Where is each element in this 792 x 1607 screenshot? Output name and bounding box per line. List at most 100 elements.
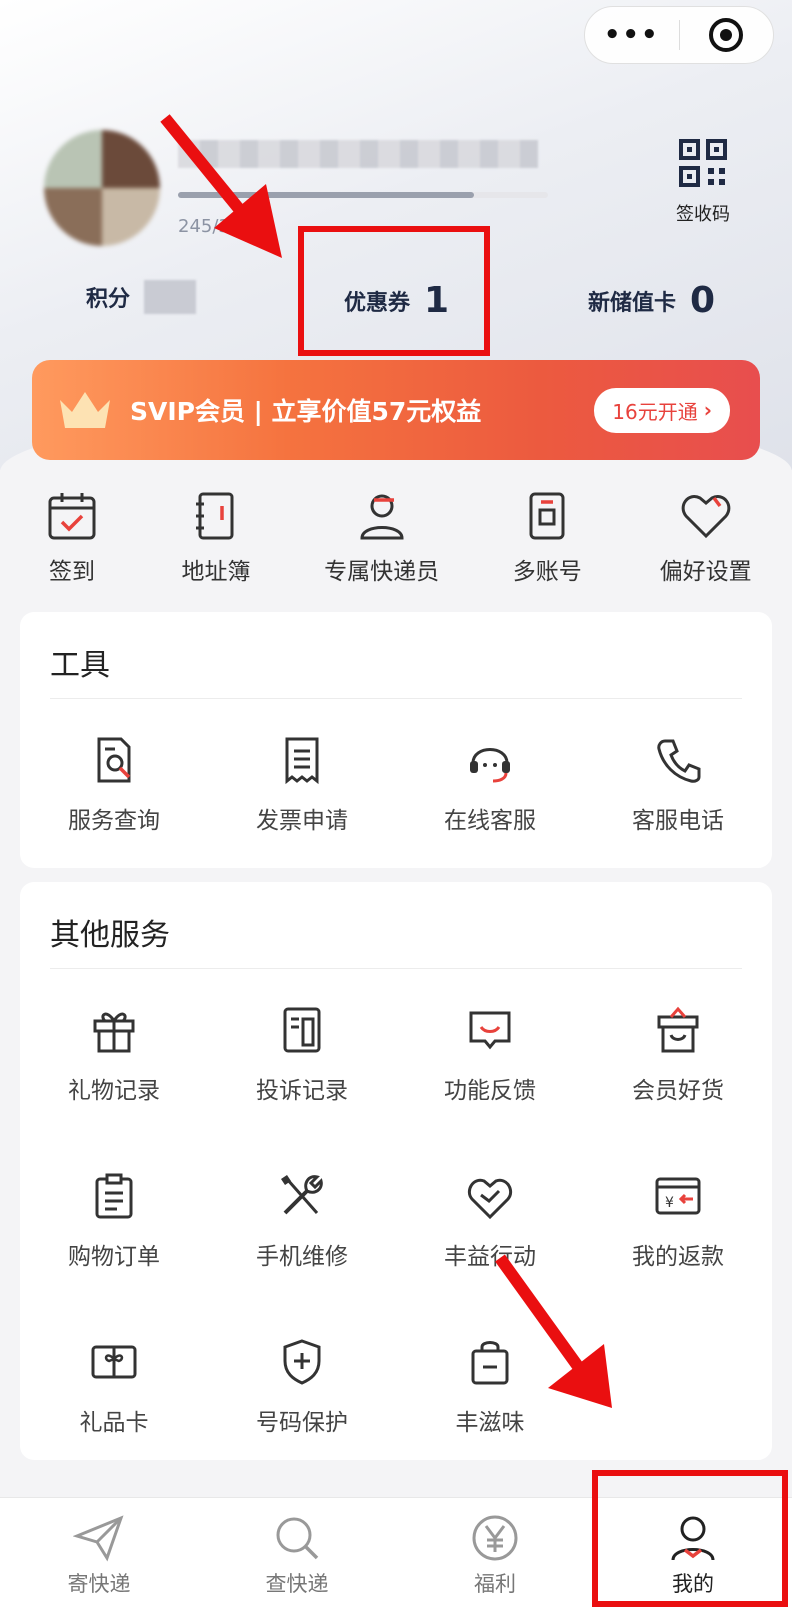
svip-activate-button[interactable]: 16元开通 ›	[594, 387, 730, 433]
calendar-check-icon	[48, 493, 96, 540]
service-shopping-orders[interactable]: 购物订单	[20, 1135, 208, 1301]
svip-text: SVIP会员 | 立享价值57元权益	[130, 397, 482, 426]
service-label: 投诉记录	[256, 1078, 348, 1104]
tab-label: 寄快递	[67, 1572, 131, 1596]
level-progress-fill	[178, 192, 474, 198]
user-name-blurred	[178, 140, 538, 168]
charity-heart-icon	[467, 1178, 513, 1220]
service-phone-repair[interactable]: 手机维修	[208, 1135, 396, 1301]
tool-label: 服务查询	[68, 808, 160, 834]
qr-code-icon	[679, 139, 727, 187]
service-label: 丰益行动	[444, 1244, 536, 1270]
other-services-card: 其他服务 礼物记录 投诉记录 功能反馈 会员好货 购物订单 手机维修 丰益行动 …	[20, 882, 772, 1460]
complaint-record-icon	[283, 1007, 321, 1053]
service-search-icon	[97, 737, 131, 783]
phone-icon	[657, 739, 701, 783]
member-goods-icon	[657, 1006, 699, 1053]
qr-code-button[interactable]: 签收码	[668, 138, 738, 226]
service-label: 手机维修	[256, 1244, 348, 1270]
quick-action-label: 签到	[49, 559, 95, 585]
more-dots-icon[interactable]: •••	[585, 20, 679, 50]
points-value-blurred	[144, 280, 197, 314]
chevron-right-icon: ›	[703, 398, 712, 422]
service-my-refund[interactable]: ¥ 我的返款	[584, 1135, 772, 1301]
tool-label: 客服电话	[632, 808, 724, 834]
tool-service-query[interactable]: 服务查询	[20, 699, 208, 835]
quick-action-label: 偏好设置	[659, 559, 752, 585]
refund-icon: ¥	[655, 1177, 701, 1215]
feedback-icon	[469, 1011, 511, 1050]
address-book-icon	[196, 492, 234, 540]
tools-icon	[281, 1175, 323, 1215]
search-icon	[276, 1517, 319, 1560]
tool-online-service[interactable]: 在线客服	[396, 699, 584, 835]
annotation-box-coupon	[298, 226, 490, 356]
tools-title: 工具	[50, 648, 110, 683]
stored-value-card-value: 0	[690, 280, 716, 321]
service-gift-record[interactable]: 礼物记录	[20, 969, 208, 1135]
quick-action-checkin[interactable]: 签到	[0, 488, 144, 598]
tool-label: 在线客服	[444, 808, 536, 834]
svip-button-label: 16元开通	[612, 399, 698, 424]
service-gift-card[interactable]: 礼品卡	[20, 1301, 208, 1467]
yuan-icon	[472, 1515, 518, 1561]
level-progress-text: 245/30	[178, 216, 242, 237]
crown-icon	[60, 392, 110, 428]
tool-invoice[interactable]: 发票申请	[208, 699, 396, 835]
tool-label: 发票申请	[256, 808, 348, 834]
tab-track-express[interactable]: 查快递	[198, 1498, 396, 1607]
service-label: 会员好货	[632, 1078, 724, 1104]
tab-label: 查快递	[265, 1572, 329, 1596]
mini-program-capsule[interactable]: •••	[584, 6, 774, 64]
quick-action-label: 专属快递员	[324, 559, 440, 585]
service-label: 购物订单	[68, 1244, 160, 1270]
headset-icon	[470, 748, 510, 783]
quick-actions: 签到 地址簿 专属快递员 多账号 偏好设置	[0, 488, 792, 598]
multi-account-icon	[529, 492, 565, 540]
gift-card-icon	[91, 1345, 137, 1379]
service-complaint-record[interactable]: 投诉记录	[208, 969, 396, 1135]
tab-welfare[interactable]: 福利	[396, 1498, 594, 1607]
svg-text:¥: ¥	[665, 1195, 674, 1211]
tab-label: 福利	[474, 1572, 516, 1596]
tools-card: 工具 服务查询 发票申请 在线客服 客服电话	[20, 612, 772, 868]
service-label: 功能反馈	[444, 1078, 536, 1104]
clipboard-icon	[95, 1173, 133, 1219]
quick-action-preferences[interactable]: 偏好设置	[619, 488, 792, 598]
send-icon	[73, 1515, 124, 1562]
service-feedback[interactable]: 功能反馈	[396, 969, 584, 1135]
shopping-bag-icon	[471, 1341, 509, 1385]
other-services-title: 其他服务	[50, 918, 170, 953]
service-label: 礼物记录	[68, 1078, 160, 1104]
tool-hotline[interactable]: 客服电话	[584, 699, 772, 835]
tab-send-express[interactable]: 寄快递	[0, 1498, 198, 1607]
service-charity-action[interactable]: 丰益行动	[396, 1135, 584, 1301]
quick-action-label: 多账号	[512, 559, 582, 585]
stored-value-card-stat[interactable]: 新储值卡 0	[588, 280, 715, 321]
quick-action-address-book[interactable]: 地址簿	[144, 488, 288, 598]
quick-action-multi-account[interactable]: 多账号	[475, 488, 619, 598]
qr-code-label: 签收码	[676, 204, 730, 225]
annotation-box-mine-tab	[592, 1470, 788, 1607]
service-label: 礼品卡	[79, 1410, 149, 1436]
target-icon[interactable]	[680, 17, 774, 53]
service-label: 我的返款	[632, 1244, 724, 1270]
level-progress-bar	[178, 192, 548, 198]
gift-icon	[93, 1012, 135, 1053]
service-member-goods[interactable]: 会员好货	[584, 969, 772, 1135]
service-flavor[interactable]: 丰滋味	[396, 1301, 584, 1467]
quick-action-label: 地址簿	[181, 559, 251, 585]
service-label: 号码保护	[256, 1410, 348, 1436]
avatar[interactable]	[44, 130, 160, 246]
points-stat[interactable]: 积分	[86, 280, 197, 314]
points-label: 积分	[86, 287, 131, 312]
svip-banner[interactable]: SVIP会员 | 立享价值57元权益 16元开通 ›	[32, 360, 760, 460]
service-number-protection[interactable]: 号码保护	[208, 1301, 396, 1467]
heart-icon	[681, 495, 730, 539]
shield-plus-icon	[283, 1339, 321, 1385]
invoice-icon	[285, 737, 319, 785]
quick-action-courier[interactable]: 专属快递员	[288, 488, 475, 598]
stored-value-card-label: 新储值卡	[588, 290, 677, 316]
service-label: 丰滋味	[455, 1410, 525, 1436]
courier-icon	[360, 494, 404, 540]
